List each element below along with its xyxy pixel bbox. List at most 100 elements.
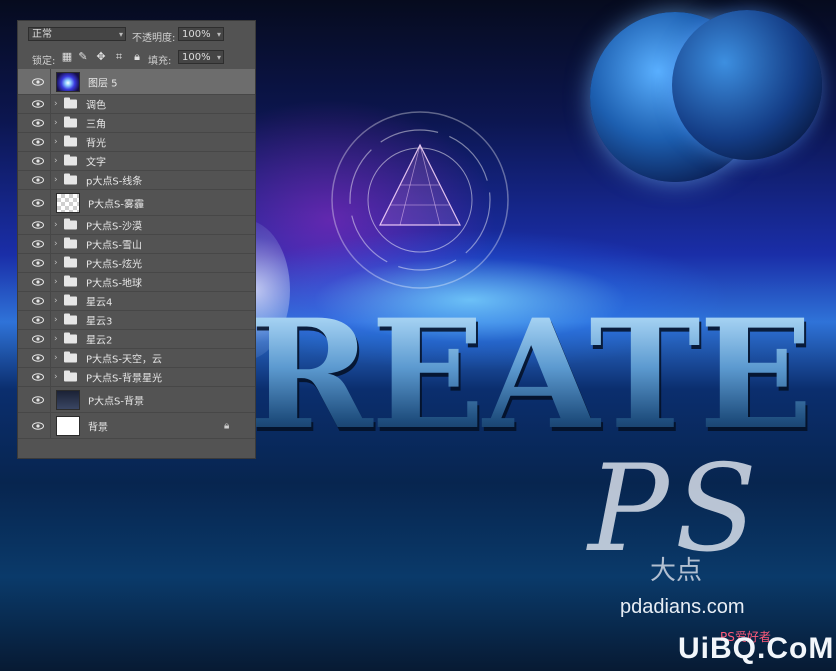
divider <box>50 69 51 94</box>
layer-group-row[interactable]: › p大点S-线条 <box>18 171 255 190</box>
visibility-eye-icon[interactable] <box>32 100 44 108</box>
chevron-right-icon[interactable]: › <box>54 137 58 147</box>
chevron-right-icon[interactable]: › <box>54 334 58 344</box>
visibility-eye-icon[interactable] <box>32 240 44 248</box>
visibility-eye-icon[interactable] <box>32 138 44 146</box>
layer-name: P大点S-沙漠 <box>86 221 142 233</box>
visibility-eye-icon[interactable] <box>32 335 44 343</box>
layer-row[interactable]: P大点S-雾霾 <box>18 190 255 216</box>
folder-icon <box>64 332 77 344</box>
layer-name: 图层 5 <box>88 78 118 89</box>
lock-label: 锁定: <box>32 56 56 67</box>
divider <box>50 235 51 253</box>
lock-brush-icon[interactable]: ✎ <box>76 50 90 64</box>
divider <box>50 368 51 386</box>
layer-name: 背光 <box>86 138 106 150</box>
folder-icon <box>64 275 77 287</box>
layer-name: P大点S-地球 <box>86 278 142 290</box>
layer-group-row[interactable]: › 星云4 <box>18 292 255 311</box>
chevron-right-icon[interactable]: › <box>54 258 58 268</box>
layer-row[interactable]: 背景 🔒︎ <box>18 413 255 439</box>
visibility-eye-icon[interactable] <box>32 77 44 86</box>
lock-transparent-icon[interactable]: ▦ <box>60 50 74 64</box>
visibility-eye-icon[interactable] <box>32 373 44 381</box>
layers-panel: 正常 ▾ 不透明度: 100% ▾ 锁定: ▦ ✎ ✥ ⌗ 🔒︎ 填充: 100… <box>17 20 256 459</box>
layer-row[interactable]: P大点S-背景 <box>18 387 255 413</box>
visibility-eye-icon[interactable] <box>32 119 44 127</box>
layer-group-row[interactable]: › P大点S-雪山 <box>18 235 255 254</box>
blend-mode-select[interactable]: 正常 ▾ <box>28 27 126 41</box>
planet-right <box>672 10 822 160</box>
chevron-right-icon[interactable]: › <box>54 220 58 230</box>
photoshop-window: REATE REATE PS 大点 pdadians.com PS爱好者 UiB… <box>0 0 836 671</box>
visibility-eye-icon[interactable] <box>32 157 44 165</box>
divider <box>50 171 51 189</box>
blend-opacity-row: 正常 ▾ 不透明度: 100% ▾ <box>18 25 255 47</box>
visibility-eye-icon[interactable] <box>32 278 44 286</box>
folder-icon <box>64 116 77 128</box>
folder-icon <box>64 135 77 147</box>
layer-name: 星云3 <box>86 316 113 328</box>
visibility-eye-icon[interactable] <box>32 421 44 430</box>
visibility-eye-icon[interactable] <box>32 316 44 324</box>
layer-thumbnail <box>56 193 80 213</box>
chevron-right-icon[interactable]: › <box>54 315 58 325</box>
chevron-right-icon[interactable]: › <box>54 296 58 306</box>
divider <box>50 190 51 215</box>
visibility-eye-icon[interactable] <box>32 198 44 207</box>
layer-group-row[interactable]: › 文字 <box>18 152 255 171</box>
chevron-down-icon: ▾ <box>118 30 123 39</box>
chevron-down-icon: ▾ <box>216 30 221 39</box>
folder-icon <box>64 370 77 382</box>
visibility-eye-icon[interactable] <box>32 176 44 184</box>
hud-rings-graphic <box>331 111 509 289</box>
lock-all-icon[interactable]: 🔒︎ <box>130 50 144 64</box>
visibility-eye-icon[interactable] <box>32 395 44 404</box>
fill-field[interactable]: 100% ▾ <box>178 50 224 64</box>
opacity-field[interactable]: 100% ▾ <box>178 27 224 41</box>
visibility-eye-icon[interactable] <box>32 221 44 229</box>
chevron-right-icon[interactable]: › <box>54 118 58 128</box>
folder-icon <box>64 256 77 268</box>
divider <box>50 152 51 170</box>
layer-group-row[interactable]: › P大点S-背景星光 <box>18 368 255 387</box>
chevron-right-icon[interactable]: › <box>54 277 58 287</box>
layer-group-row[interactable]: › 背光 <box>18 133 255 152</box>
watermark-brand: 大点 <box>650 556 703 586</box>
chevron-right-icon[interactable]: › <box>54 156 58 166</box>
blend-mode-value: 正常 <box>32 29 52 40</box>
lock-fill-row: 锁定: ▦ ✎ ✥ ⌗ 🔒︎ 填充: 100% ▾ <box>18 47 255 69</box>
layer-name: 调色 <box>86 100 106 112</box>
divider <box>50 413 51 438</box>
layer-group-row[interactable]: › P大点S-炫光 <box>18 254 255 273</box>
folder-icon <box>64 173 77 185</box>
layer-group-row[interactable]: › 调色 <box>18 95 255 114</box>
layer-group-row[interactable]: › 星云2 <box>18 330 255 349</box>
chevron-right-icon[interactable]: › <box>54 372 58 382</box>
layer-row[interactable]: 图层 5 <box>18 69 255 95</box>
lock-artboard-icon[interactable]: ⌗ <box>112 50 126 64</box>
chevron-right-icon[interactable]: › <box>54 353 58 363</box>
layer-group-row[interactable]: › P大点S-地球 <box>18 273 255 292</box>
visibility-eye-icon[interactable] <box>32 259 44 267</box>
visibility-eye-icon[interactable] <box>32 297 44 305</box>
layer-group-row[interactable]: › 三角 <box>18 114 255 133</box>
divider <box>50 216 51 234</box>
chevron-right-icon[interactable]: › <box>54 175 58 185</box>
visibility-eye-icon[interactable] <box>32 354 44 362</box>
chevron-right-icon[interactable]: › <box>54 239 58 249</box>
chevron-right-icon[interactable]: › <box>54 99 58 109</box>
divider <box>50 95 51 113</box>
lock-move-icon[interactable]: ✥ <box>94 50 108 64</box>
watermark-url: pdadians.com <box>620 596 745 618</box>
folder-icon <box>64 294 77 306</box>
divider <box>50 273 51 291</box>
layer-group-row[interactable]: › P大点S-沙漠 <box>18 216 255 235</box>
layer-thumbnail <box>56 416 80 436</box>
layer-group-row[interactable]: › P大点S-天空，云 <box>18 349 255 368</box>
layer-name: P大点S-背景 <box>88 396 144 407</box>
layer-group-row[interactable]: › 星云3 <box>18 311 255 330</box>
layer-name: 星云2 <box>86 335 113 347</box>
folder-icon <box>64 218 77 230</box>
divider <box>50 311 51 329</box>
